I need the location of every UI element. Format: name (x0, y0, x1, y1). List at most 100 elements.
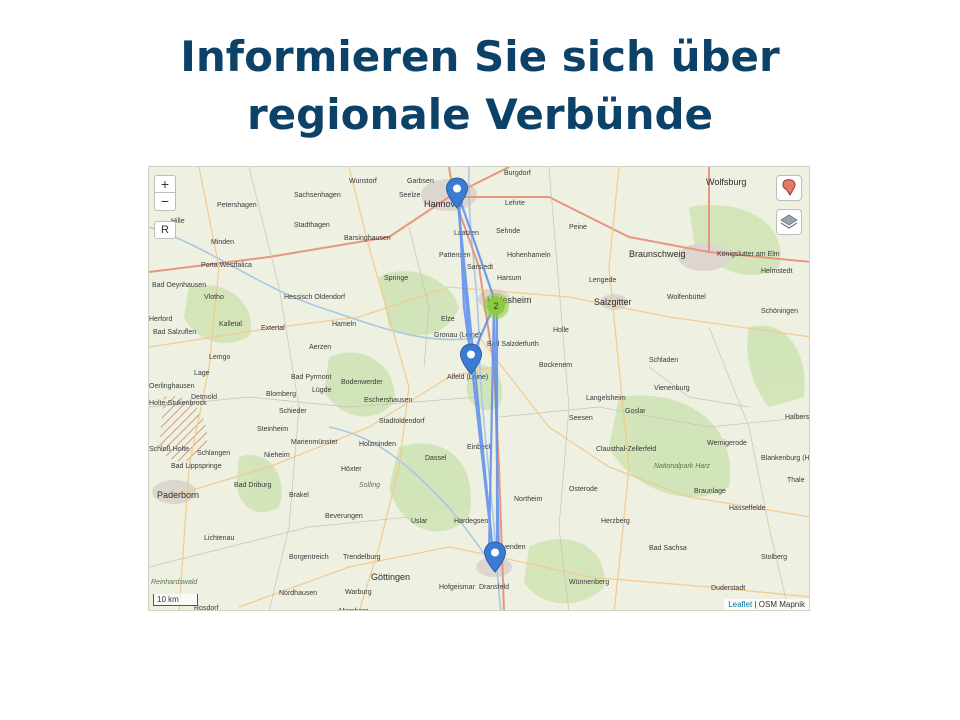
place-label: Bad Driburg (234, 482, 271, 489)
place-label: Schloß Holte (149, 446, 189, 453)
place-label: Wernigerode (707, 440, 747, 447)
place-label: Dassel (425, 455, 447, 462)
map-marker-hannover[interactable] (445, 177, 469, 209)
scale-bar: 10 km (153, 594, 198, 606)
place-label: Herzberg (601, 518, 630, 525)
place-label: Burgdorf (504, 170, 531, 177)
marker-cluster[interactable]: 2 (483, 293, 509, 319)
place-label: Braunlage (694, 488, 726, 495)
place-label: Bad Salzuflen (153, 329, 196, 336)
place-label: Salzgitter (594, 297, 632, 307)
place-label: Thale (787, 477, 805, 484)
place-label: Minden (211, 239, 234, 246)
place-label: Gronau (Leine) (434, 332, 481, 339)
cluster-count: 2 (487, 297, 505, 315)
place-label: Sachsenhagen (294, 192, 341, 199)
place-label: Oerlinghausen (149, 383, 195, 390)
place-label: Bockenem (539, 362, 572, 369)
place-label: Elze (441, 316, 455, 323)
place-label: Holzminden (359, 441, 396, 448)
place-label: Hardegsen (454, 518, 488, 525)
place-label: Königslutter am Elm (717, 251, 780, 258)
place-label: Kalletal (219, 321, 242, 328)
place-label: Göttingen (371, 572, 410, 582)
place-label: Stadtoldendorf (379, 418, 425, 425)
place-label: Aerzen (309, 344, 331, 351)
draw-tool-button[interactable] (776, 175, 802, 201)
place-label: Hofgeismar (439, 584, 475, 591)
place-label: Sarstedt (467, 264, 493, 271)
place-label: Wolfenbüttel (667, 294, 706, 301)
map-tiles: Wunstorf Garbsen Burgdorf Wolfsburg Sachsenh… (149, 167, 810, 611)
place-label: Blomberg (266, 391, 296, 398)
title-line-2: regionale Verbünde (246, 90, 714, 139)
place-label: Brakel (289, 492, 309, 499)
place-label: Solling (359, 482, 380, 489)
place-label: Eschershausen (364, 397, 412, 404)
place-label: Marienmünster (291, 439, 338, 446)
place-label: Hohenhameln (507, 252, 551, 259)
place-label: Herford (149, 316, 172, 323)
place-label: Lichtenau (204, 535, 234, 542)
map-marker-alfeld[interactable] (459, 343, 483, 375)
place-label: Holle (553, 327, 569, 334)
place-label: Lengede (589, 277, 616, 284)
place-label: Warburg (345, 589, 372, 596)
place-label: Nationalpark Harz (654, 463, 711, 470)
place-label: Extertal (261, 325, 285, 332)
place-label: Hessisch Oldendorf (284, 294, 345, 301)
place-label: Peine (569, 224, 587, 231)
reset-view-button[interactable]: R (154, 221, 176, 239)
zoom-out-button[interactable]: − (154, 193, 176, 211)
place-label: Vienenburg (654, 385, 690, 392)
place-label: Trendelburg (343, 554, 381, 561)
place-label: Lage (194, 370, 210, 377)
place-label: Stolberg (761, 554, 787, 561)
layers-icon (780, 214, 798, 229)
place-label: Bodenwerder (341, 379, 383, 386)
map-attribution: Leaflet | OSM Mapnik (724, 599, 809, 610)
place-label: Wünnenberg (569, 579, 609, 586)
place-label: Springe (384, 275, 408, 282)
place-label: Beverungen (325, 513, 363, 520)
map-marker-goettingen[interactable] (483, 541, 507, 573)
place-label: Alfeld (Leine) (447, 374, 488, 381)
map-view[interactable]: Wunstorf Garbsen Burgdorf Wolfsburg Sachsenh… (148, 166, 810, 611)
place-label: Osterode (569, 486, 598, 493)
place-label: Sehnde (496, 228, 520, 235)
place-label: Nordhausen (279, 590, 317, 597)
place-label: Uslar (411, 518, 428, 525)
place-label: Marsberg (339, 608, 369, 611)
place-label: Duderstadt (711, 585, 745, 592)
place-label: Bad Pyrmont (291, 374, 332, 381)
place-label: Steinheim (257, 426, 288, 433)
place-label: Helmstedt (761, 268, 793, 275)
place-label: Lehrte (505, 200, 525, 207)
title-line-1: Informieren Sie sich über (180, 32, 780, 81)
place-label: Halberstadt (785, 414, 810, 421)
place-label: Nieheim (264, 452, 290, 459)
place-label: Langelsheim (586, 395, 626, 402)
place-label: Goslar (625, 408, 646, 415)
place-label: Vlotho (204, 294, 224, 301)
place-label: Braunschweig (629, 249, 686, 259)
place-label: Schieder (279, 408, 307, 415)
place-label: Stadthagen (294, 222, 330, 229)
zoom-in-button[interactable]: + (154, 175, 176, 193)
place-label: Lemgo (209, 354, 231, 361)
place-label: Schlangen (197, 450, 230, 457)
place-label: Wunstorf (349, 178, 377, 185)
place-label: Bad Sachsa (649, 545, 687, 552)
place-label: Holte-Stukenbrock (149, 400, 207, 407)
place-label: Northeim (514, 496, 543, 503)
place-label: Dransfeld (479, 584, 509, 591)
place-label: Seesen (569, 415, 593, 422)
place-label: Bad Lippspringe (171, 463, 222, 470)
place-label: Bad Oeynhausen (152, 282, 206, 289)
osm-attribution: OSM Mapnik (758, 600, 805, 609)
place-label: Pattensen (439, 252, 471, 259)
leaflet-link[interactable]: Leaflet (728, 600, 752, 609)
place-label: Porta Westfalica (201, 262, 252, 269)
place-label: Lügde (312, 387, 332, 394)
layers-button[interactable] (776, 209, 802, 235)
